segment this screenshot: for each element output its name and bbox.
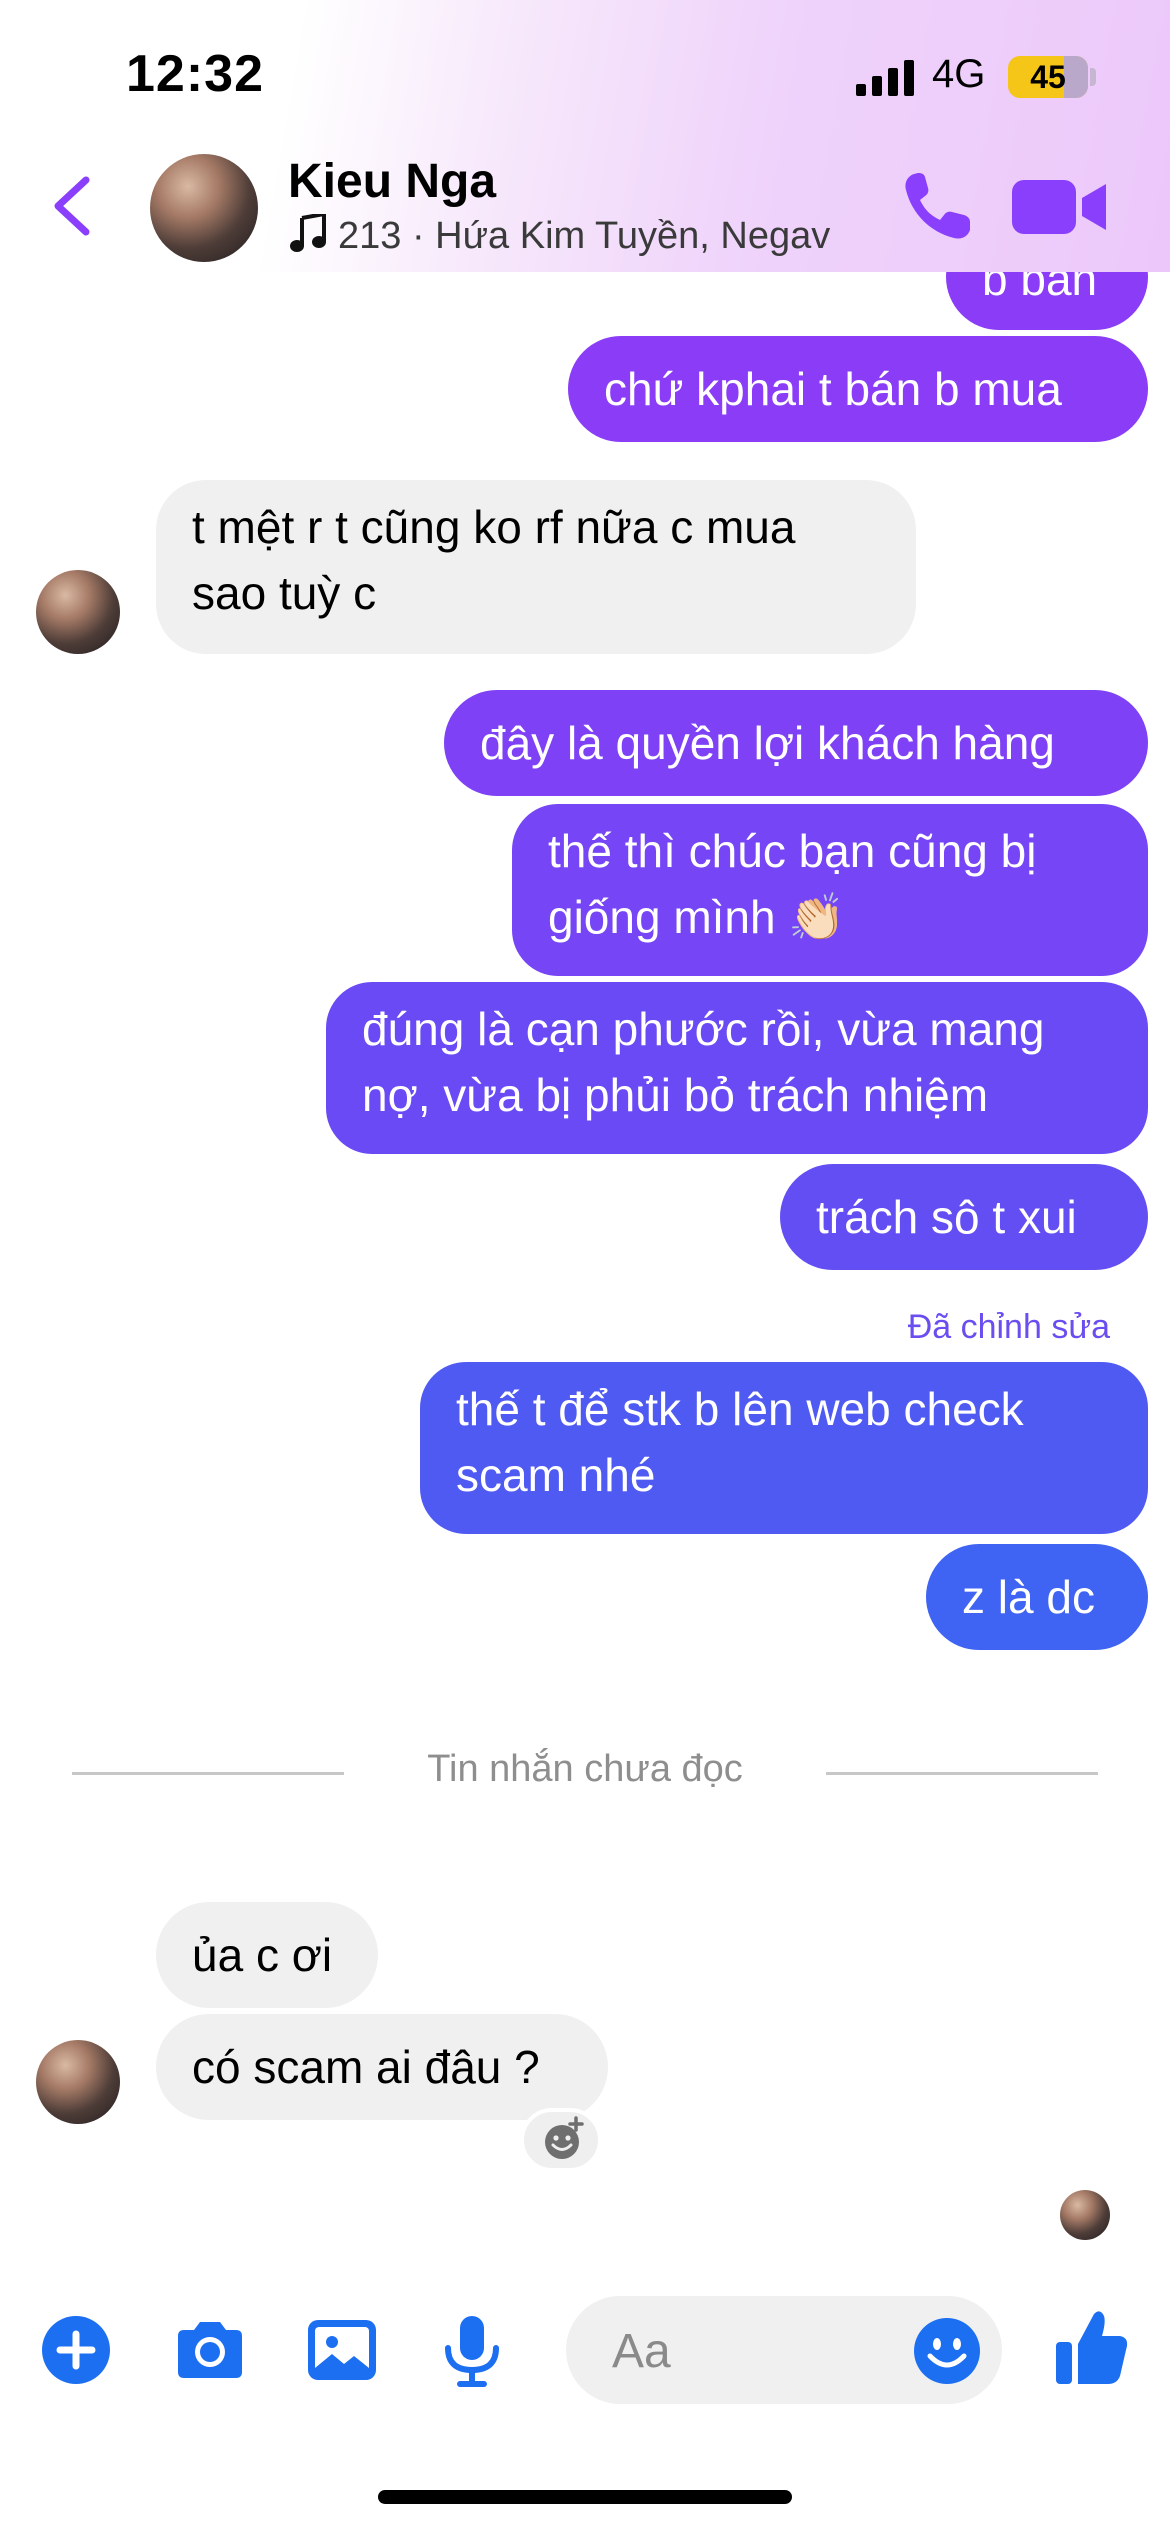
- message-bubble-outgoing[interactable]: thế thì chúc bạn cũng bị giống mình 👏🏻: [512, 804, 1148, 976]
- video-call-icon[interactable]: [1012, 176, 1108, 238]
- message-bubble-outgoing[interactable]: trách sô t xui: [780, 1164, 1148, 1270]
- message-text: chứ kphai t bán b mua: [604, 363, 1062, 415]
- sender-avatar[interactable]: [36, 2040, 120, 2124]
- thumbs-up-icon[interactable]: [1054, 2308, 1130, 2388]
- home-indicator[interactable]: [378, 2490, 792, 2504]
- status-time: 12:32: [126, 45, 264, 103]
- message-line: scam nhé: [456, 1449, 656, 1501]
- message-bubble-incoming[interactable]: ủa c ơi: [156, 1902, 378, 2008]
- message-line: giống mình 👏🏻: [548, 891, 846, 943]
- message-text: ủa c ơi: [192, 1929, 333, 1981]
- contact-name[interactable]: Kieu Nga: [288, 154, 496, 209]
- camera-icon[interactable]: [170, 2310, 250, 2390]
- message-line: nợ, vừa bị phủi bỏ trách nhiệm: [362, 1069, 989, 1121]
- battery-level: 45: [1030, 59, 1066, 95]
- message-input[interactable]: [610, 2296, 914, 2406]
- message-bubble-outgoing[interactable]: đây là quyền lợi khách hàng: [444, 690, 1148, 796]
- phone-call-icon[interactable]: [900, 170, 974, 244]
- message-line: sao tuỳ c: [192, 567, 377, 619]
- message-line: thế thì chúc bạn cũng bị: [548, 825, 1037, 877]
- cellular-signal-icon: [856, 60, 914, 96]
- emoji-icon[interactable]: [912, 2316, 982, 2386]
- battery-cap: [1090, 68, 1096, 86]
- music-note-icon: [290, 214, 326, 252]
- add-reaction-icon: [545, 2116, 584, 2159]
- conversation-header: 12:32 4G 45 Kieu Nga 213 · Hứa Kim Tuyền…: [0, 0, 1170, 272]
- message-bubble-outgoing[interactable]: z là dc: [926, 1544, 1148, 1650]
- message-line: t mệt r t cũng ko rf nữa c mua: [192, 501, 796, 553]
- message-bubble-outgoing[interactable]: thế t để stk b lên web check scam nhé: [420, 1362, 1148, 1534]
- message-composer[interactable]: [566, 2296, 1002, 2406]
- message-line: thế t để stk b lên web check: [456, 1383, 1024, 1435]
- message-bubble-incoming[interactable]: có scam ai đâu ?: [156, 2014, 608, 2120]
- back-chevron-icon[interactable]: [50, 174, 94, 238]
- message-line: đúng là cạn phước rồi, vừa mang: [362, 1003, 1045, 1055]
- message-text: đây là quyền lợi khách hàng: [480, 717, 1055, 769]
- message-text: z là dc: [962, 1571, 1095, 1623]
- now-playing-text: 213 · Hứa Kim Tuyền, Negav: [338, 215, 831, 257]
- contact-avatar[interactable]: [150, 154, 258, 262]
- edited-label: Đã chỉnh sửa: [907, 1308, 1110, 1346]
- seen-receipt-avatar: [1060, 2190, 1110, 2240]
- plus-icon[interactable]: [36, 2310, 116, 2390]
- unread-messages-divider: Tin nhắn chưa đọc: [427, 1748, 743, 1790]
- contact-now-playing: 213 · Hứa Kim Tuyền, Negav: [288, 214, 830, 258]
- message-bubble-outgoing[interactable]: chứ kphai t bán b mua: [568, 336, 1148, 442]
- message-text: có scam ai đâu ?: [192, 2041, 540, 2093]
- network-type: 4G: [932, 52, 986, 96]
- sender-avatar[interactable]: [36, 570, 120, 654]
- battery-icon: 45: [1008, 56, 1088, 98]
- message-bubble-incoming[interactable]: t mệt r t cũng ko rf nữa c mua sao tuỳ c: [156, 480, 916, 654]
- message-bubble-outgoing[interactable]: đúng là cạn phước rồi, vừa mang nợ, vừa …: [326, 982, 1148, 1154]
- message-text: trách sô t xui: [816, 1191, 1077, 1243]
- microphone-icon[interactable]: [432, 2310, 512, 2390]
- image-icon[interactable]: [302, 2310, 382, 2390]
- add-reaction-button[interactable]: [520, 2108, 602, 2172]
